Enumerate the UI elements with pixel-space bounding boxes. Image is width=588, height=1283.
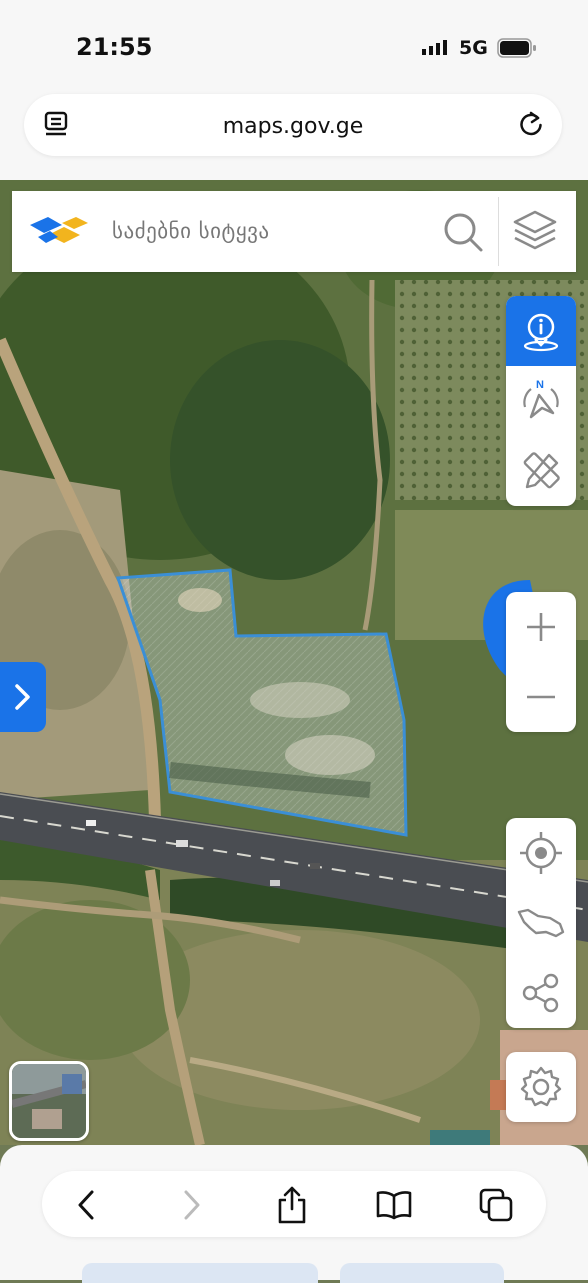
- browser-header: maps.gov.ge: [0, 90, 588, 180]
- measure-tools-icon: [523, 452, 560, 489]
- napr-logo-icon: [30, 217, 88, 243]
- share-page-button[interactable]: [272, 1185, 312, 1225]
- share-sheet-icon: [278, 1186, 306, 1224]
- tabs-icon: [479, 1188, 513, 1222]
- map-canvas[interactable]: [0, 180, 588, 1145]
- settings-button[interactable]: [506, 1052, 576, 1122]
- chevron-right-icon: [184, 1190, 200, 1220]
- chevron-left-icon: [78, 1190, 94, 1220]
- search-divider: [498, 197, 499, 266]
- my-location-icon: [520, 832, 562, 874]
- network-label: 5G: [459, 37, 488, 59]
- basemap-switcher[interactable]: [9, 1061, 89, 1141]
- georgia-map-icon: [517, 908, 565, 938]
- zoom-panel: [506, 592, 576, 732]
- measure-tools-button[interactable]: [506, 436, 576, 506]
- my-location-button[interactable]: [506, 818, 576, 888]
- gear-icon: [520, 1066, 562, 1107]
- page-content-peek-left: [82, 1263, 318, 1283]
- search-input[interactable]: საძებნი სიტყვა: [112, 219, 270, 243]
- tabs-button[interactable]: [476, 1185, 516, 1225]
- info-location-button[interactable]: [506, 296, 576, 366]
- zoom-out-icon: [527, 695, 555, 699]
- map-tools-panel: N: [506, 296, 576, 506]
- page-content-peek-right: [340, 1263, 504, 1283]
- bookmarks-button[interactable]: [374, 1185, 414, 1225]
- back-button[interactable]: [66, 1185, 106, 1225]
- share-button[interactable]: [506, 958, 576, 1028]
- settings-panel: [506, 1052, 576, 1122]
- georgia-extent-button[interactable]: [506, 888, 576, 958]
- zoom-out-button[interactable]: [506, 662, 576, 732]
- location-tools-panel: [506, 818, 576, 1028]
- compass-button[interactable]: N: [506, 366, 576, 436]
- search-icon[interactable]: [442, 211, 484, 253]
- browser-toolbar: [0, 1145, 588, 1283]
- svg-text:N: N: [536, 379, 544, 391]
- map-search-bar: საძებნი სიტყვა: [12, 191, 576, 272]
- compass-north-icon: N: [523, 379, 559, 419]
- basemap-thumbnail-icon: [12, 1064, 86, 1138]
- status-time: 21:55: [76, 33, 153, 61]
- signal-icon: [422, 40, 447, 55]
- open-sidebar-button[interactable]: [0, 662, 46, 732]
- info-location-icon: [523, 313, 559, 352]
- status-bar: 21:55 5G: [0, 0, 588, 90]
- address-bar[interactable]: maps.gov.ge: [24, 94, 562, 156]
- battery-icon: [497, 38, 536, 58]
- share-icon: [522, 973, 559, 1013]
- toolbar-pill: [42, 1171, 546, 1237]
- satellite-imagery: [0, 180, 588, 1145]
- book-icon: [376, 1191, 412, 1220]
- reload-icon[interactable]: [516, 109, 546, 139]
- url-text: maps.gov.ge: [222, 114, 364, 139]
- forward-button[interactable]: [172, 1185, 212, 1225]
- chevron-right-icon: [15, 684, 30, 710]
- layers-icon[interactable]: [512, 209, 558, 253]
- zoom-in-icon: [527, 613, 555, 641]
- zoom-in-button[interactable]: [506, 592, 576, 662]
